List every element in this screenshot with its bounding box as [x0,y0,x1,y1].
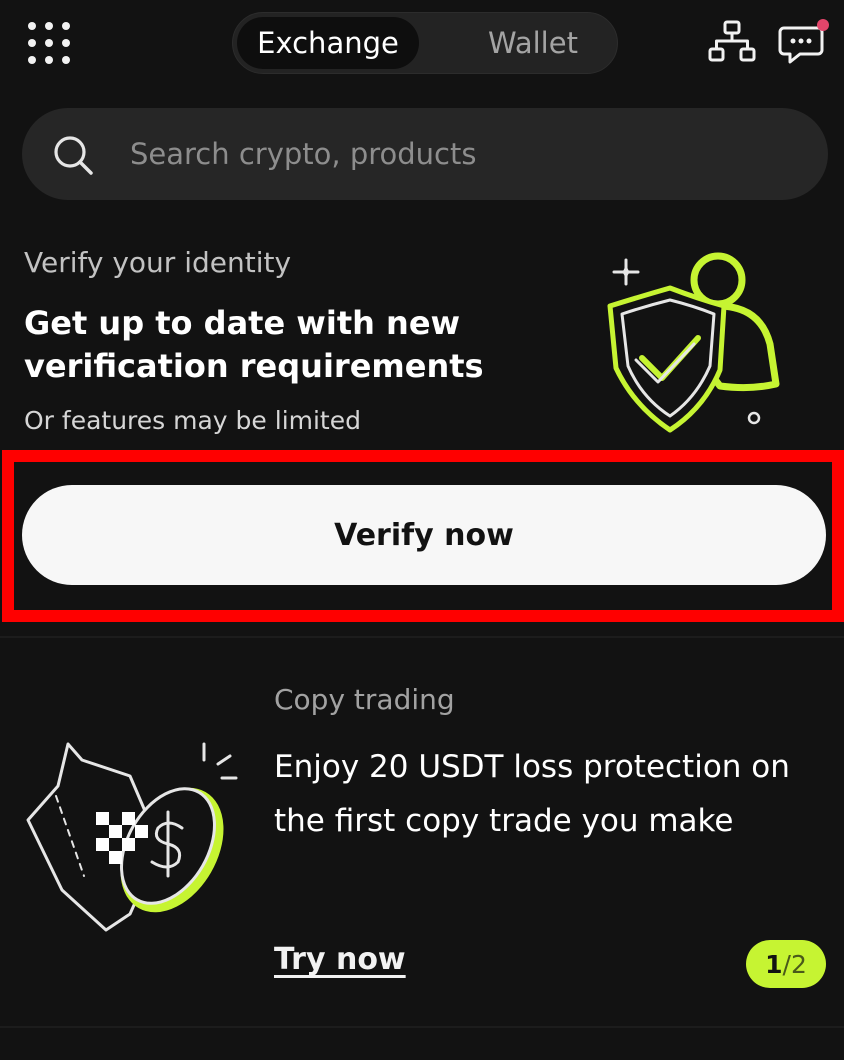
carousel-pager: 1/2 [746,940,826,988]
copy-trading-ticket-illustration [26,742,238,932]
pager-total: /2 [782,949,807,979]
apps-grid-icon[interactable] [28,22,72,64]
divider [0,636,844,638]
highlight-box [2,450,844,622]
search-icon [54,136,93,175]
exchange-wallet-switch: Exchange Wallet [232,12,618,74]
chat-icon[interactable] [778,18,830,66]
verified-user-shield-illustration [607,252,780,433]
divider [0,1026,844,1028]
search-input[interactable] [130,130,790,178]
home-screen: Exchange Wallet Verify your identity Get… [0,0,844,1060]
identity-note: Or features may be limited [24,406,361,435]
copy-trading-headline: Enjoy 20 USDT loss protection on the fir… [274,749,790,839]
pager-current: 1 [765,949,783,979]
try-now-link[interactable]: Try now [274,942,406,977]
account-hierarchy-icon[interactable] [708,20,756,64]
tab-wallet[interactable]: Wallet [453,17,613,69]
identity-eyebrow: Verify your identity [24,246,292,279]
search-bar[interactable] [22,108,828,200]
tab-exchange[interactable]: Exchange [237,17,419,69]
copy-trading-eyebrow: Copy trading [274,683,455,716]
notification-dot [817,19,829,31]
identity-headline: Get up to date with new verification req… [24,304,484,385]
